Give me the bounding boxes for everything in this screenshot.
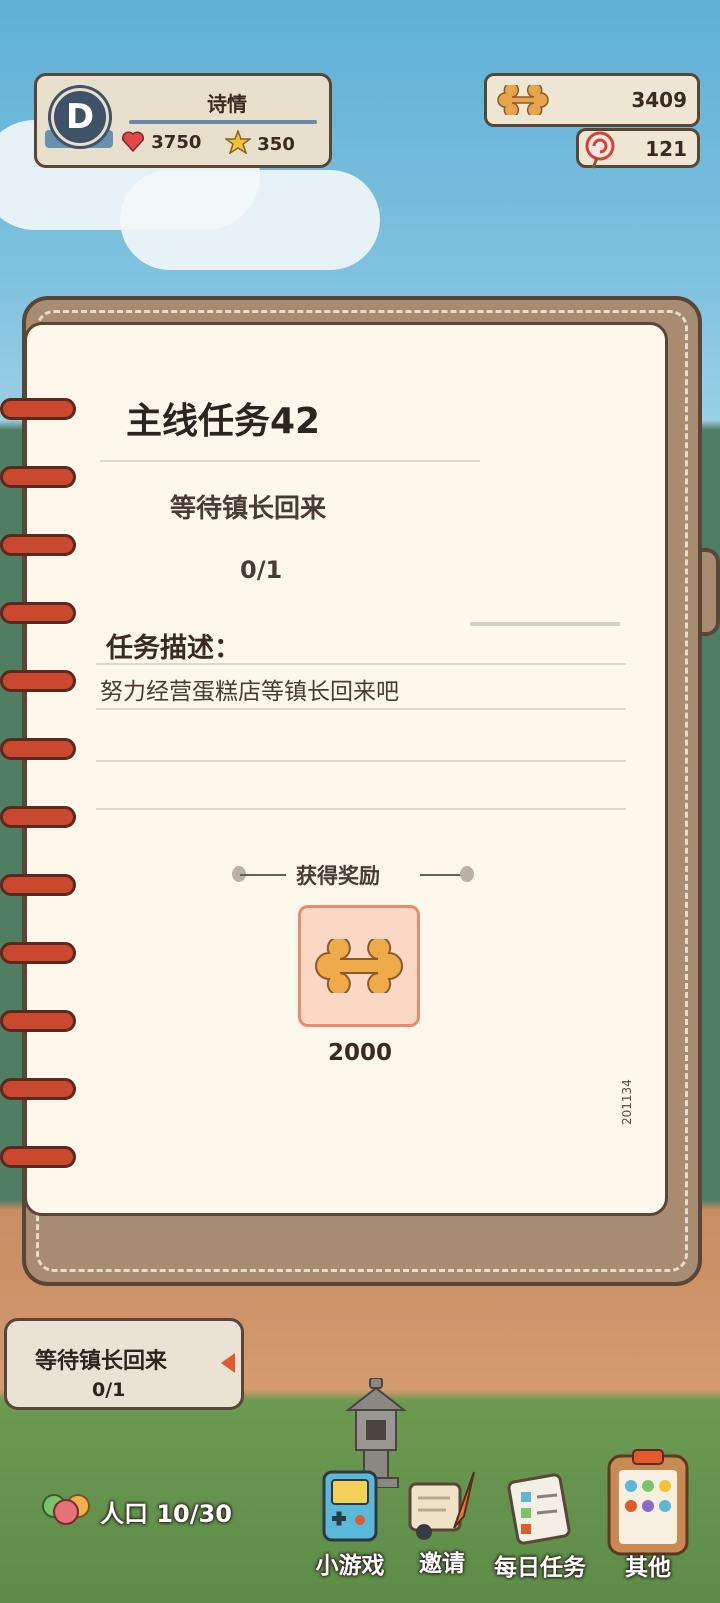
daily-tasks-label: 每日任务 xyxy=(494,1555,586,1581)
reward-item[interactable] xyxy=(298,905,420,1027)
binder-ring xyxy=(0,868,80,900)
quest-goal: 等待镇长回来 xyxy=(170,494,327,524)
minigame-button[interactable]: 小游戏 xyxy=(304,1470,396,1580)
candy-count: 121 xyxy=(645,137,687,161)
stars-stat: 350 xyxy=(223,128,295,155)
divider xyxy=(470,622,620,626)
player-name: 诗情 xyxy=(207,92,247,116)
quest-progress: 0/1 xyxy=(240,556,283,584)
binder-ring xyxy=(0,528,80,560)
tracker-progress: 0/1 xyxy=(92,1379,126,1401)
minigame-label: 小游戏 xyxy=(315,1553,385,1579)
invite-button[interactable]: 邀请 xyxy=(396,1466,488,1578)
heart-icon xyxy=(121,131,145,153)
star-icon xyxy=(223,128,253,155)
description-heading: 任务描述： xyxy=(106,633,241,664)
tracker-title: 等待镇长回来 xyxy=(35,1349,168,1374)
binder-ring xyxy=(0,392,80,424)
scroll-quill-icon xyxy=(408,1471,475,1540)
clipboard-icon xyxy=(607,1449,689,1556)
checklist-icon xyxy=(507,1473,571,1545)
ruled-line xyxy=(96,708,626,710)
binder-ring xyxy=(0,800,80,832)
quest-code: 201134 xyxy=(620,1079,634,1125)
candy-currency[interactable]: 121 xyxy=(576,128,700,169)
quest-description: 努力经营蛋糕店等镇长回来吧 xyxy=(100,679,399,705)
binder-ring xyxy=(0,664,80,696)
binder-ring xyxy=(0,732,80,764)
binder-ring xyxy=(0,460,80,492)
other-button[interactable]: 其他 xyxy=(598,1446,698,1582)
ruled-line xyxy=(96,808,626,810)
divider xyxy=(240,874,286,876)
divider xyxy=(100,460,480,462)
hearts-value: 3750 xyxy=(151,132,202,153)
reward-heading: 获得奖励 xyxy=(296,864,380,888)
ruled-line xyxy=(96,760,626,762)
bone-end-icon xyxy=(460,866,474,882)
bone-icon xyxy=(497,85,549,115)
bone-currency[interactable]: 3409 xyxy=(484,73,700,127)
collapse-arrow-icon[interactable] xyxy=(221,1353,235,1373)
binder-ring xyxy=(0,1072,80,1104)
lollipop-icon xyxy=(585,131,615,169)
quest-page xyxy=(24,322,668,1216)
population-icon xyxy=(42,1494,90,1525)
cloud xyxy=(120,170,380,270)
binder-ring xyxy=(0,1004,80,1036)
bone-icon xyxy=(315,939,403,993)
quest-title: 主线任务42 xyxy=(126,401,321,442)
invite-label: 邀请 xyxy=(419,1551,465,1577)
hearts-stat: 3750 xyxy=(121,130,201,153)
binder-ring xyxy=(0,596,80,628)
rank-badge-icon: D xyxy=(51,88,109,146)
binder-ring xyxy=(0,936,80,968)
ruled-line xyxy=(96,663,626,665)
quest-tracker[interactable]: 等待镇长回来 0/1 xyxy=(4,1318,244,1410)
bone-count: 3409 xyxy=(631,88,687,112)
daily-tasks-button[interactable]: 每日任务 xyxy=(490,1470,590,1582)
exp-bar xyxy=(129,120,317,124)
handheld-console-icon xyxy=(322,1470,378,1542)
stars-value: 350 xyxy=(257,134,295,155)
reward-quantity: 2000 xyxy=(327,1040,392,1066)
other-label: 其他 xyxy=(625,1555,671,1581)
player-profile-panel[interactable]: D 诗情 3750 350 xyxy=(34,73,332,168)
binder-ring xyxy=(0,1140,80,1172)
population-count: 人口 10/30 xyxy=(100,1500,232,1528)
